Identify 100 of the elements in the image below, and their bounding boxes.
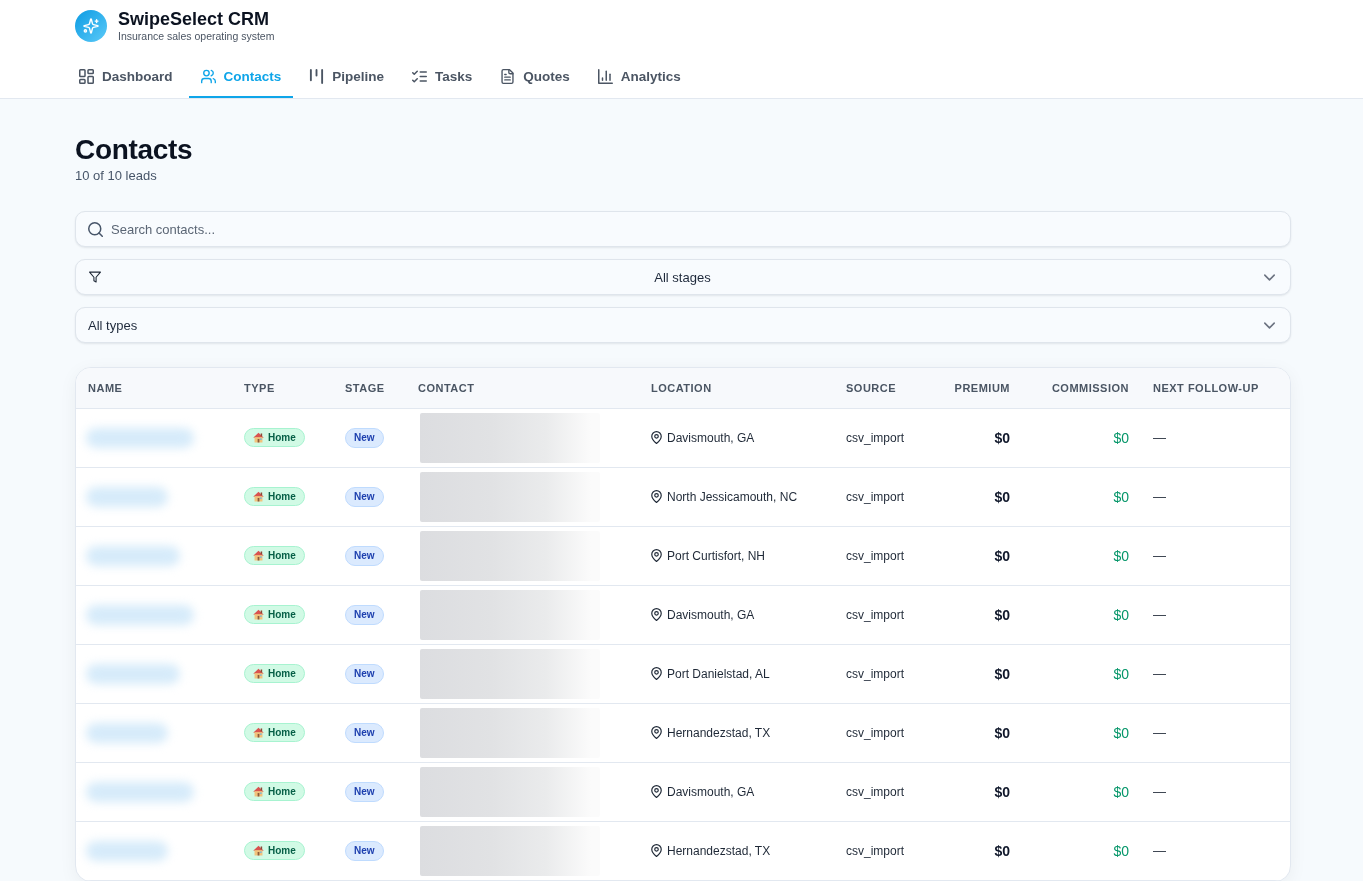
commission-amount: $0 [1113, 724, 1129, 741]
map-pin-icon [651, 785, 662, 798]
premium-amount: $0 [994, 665, 1010, 682]
follow-up-date: — [1153, 784, 1166, 799]
stage-label: New [345, 545, 384, 566]
stage-label: New [345, 486, 384, 507]
app-title: SwipeSelect CRM [118, 9, 270, 29]
follow-up-date: — [1153, 843, 1166, 858]
column-header: NEXT FOLLOW-UP [1141, 368, 1290, 408]
map-pin-icon [651, 726, 662, 739]
stage-label: New [345, 427, 384, 448]
type-label: Home [268, 845, 296, 856]
stage-label: New [345, 781, 384, 802]
filter-icon [89, 271, 101, 283]
stage-label: New [345, 840, 384, 861]
house-icon [253, 727, 264, 738]
lead-source: csv_import [846, 607, 904, 622]
lead-count: 10 of 10 leads [75, 167, 158, 185]
checklist-icon [412, 68, 428, 84]
map-pin-icon [651, 608, 662, 621]
premium-amount: $0 [994, 547, 1010, 564]
location-text: Port Curtisfort, NH [667, 548, 765, 563]
location-text: Davismouth, GA [667, 784, 755, 799]
grid-icon [79, 68, 94, 84]
location-text: Hernandezstad, TX [667, 725, 771, 740]
nav-tab[interactable]: Tasks [400, 54, 485, 98]
chevron-down-icon [1264, 273, 1275, 281]
follow-up-date: — [1153, 430, 1166, 445]
search-icon [88, 222, 103, 237]
lead-source: csv_import [846, 725, 904, 740]
map-pin-icon [651, 667, 662, 680]
lead-source: csv_import [846, 843, 904, 858]
type-label: Home [268, 786, 296, 797]
nav-tab[interactable]: Pipeline [297, 54, 397, 98]
type-label: Home [268, 491, 296, 502]
chevron-down-icon [1264, 321, 1275, 329]
nav-tab[interactable]: Dashboard [67, 54, 185, 98]
house-icon [253, 668, 264, 679]
house-icon [253, 491, 264, 502]
column-header: PREMIUM [930, 368, 1022, 408]
commission-amount: $0 [1113, 606, 1129, 623]
premium-amount: $0 [994, 606, 1010, 623]
location-text: Davismouth, GA [667, 430, 755, 445]
vertical-bars-icon [309, 68, 325, 84]
column-header: CONTACT [406, 368, 639, 408]
nav-tab[interactable]: Analytics [585, 54, 693, 98]
type-select[interactable]: All types [75, 307, 1291, 343]
type-label: Home [268, 432, 296, 443]
commission-amount: $0 [1113, 488, 1129, 505]
stage-select[interactable]: All stages [75, 259, 1291, 295]
type-label: Home [268, 668, 296, 679]
premium-amount: $0 [994, 724, 1010, 741]
lead-source: csv_import [846, 548, 904, 563]
users-icon [200, 68, 216, 84]
bar-chart-icon [597, 68, 613, 84]
house-icon [253, 786, 264, 797]
lead-source: csv_import [846, 430, 904, 445]
nav-tab[interactable]: Quotes [488, 54, 582, 98]
premium-amount: $0 [994, 783, 1010, 800]
follow-up-date: — [1153, 725, 1166, 740]
search-field[interactable]: Search contacts... [75, 211, 1291, 247]
commission-amount: $0 [1113, 429, 1129, 446]
map-pin-icon [651, 490, 662, 503]
map-pin-icon [651, 549, 662, 562]
follow-up-date: — [1153, 489, 1166, 504]
commission-amount: $0 [1113, 665, 1129, 682]
location-text: Davismouth, GA [667, 607, 755, 622]
location-text: Hernandezstad, TX [667, 843, 771, 858]
follow-up-date: — [1153, 548, 1166, 563]
premium-amount: $0 [994, 488, 1010, 505]
commission-amount: $0 [1113, 783, 1129, 800]
map-pin-icon [651, 844, 662, 857]
stage-label: New [345, 663, 384, 684]
map-pin-icon [651, 431, 662, 444]
lead-source: csv_import [846, 784, 904, 799]
type-label: Home [268, 727, 296, 738]
premium-amount: $0 [994, 842, 1010, 859]
page-title: Contacts [75, 133, 194, 167]
sparkle-icon [75, 10, 107, 42]
house-icon [253, 550, 264, 561]
type-label: Home [268, 550, 296, 561]
column-header: TYPE [232, 368, 333, 408]
document-icon [500, 68, 516, 84]
follow-up-date: — [1153, 666, 1166, 681]
premium-amount: $0 [994, 429, 1010, 446]
house-icon [253, 845, 264, 856]
lead-source: csv_import [846, 489, 904, 504]
follow-up-date: — [1153, 607, 1166, 622]
house-icon [253, 609, 264, 620]
commission-amount: $0 [1113, 842, 1129, 859]
stage-label: New [345, 722, 384, 743]
column-header: STAGE [333, 368, 406, 408]
stage-label: New [345, 604, 384, 625]
house-icon [253, 432, 264, 443]
lead-source: csv_import [846, 666, 904, 681]
column-header: SOURCE [834, 368, 930, 408]
location-text: North Jessicamouth, NC [667, 489, 798, 504]
location-text: Port Danielstad, AL [667, 666, 770, 681]
column-header: NAME [76, 368, 232, 408]
commission-amount: $0 [1113, 547, 1129, 564]
